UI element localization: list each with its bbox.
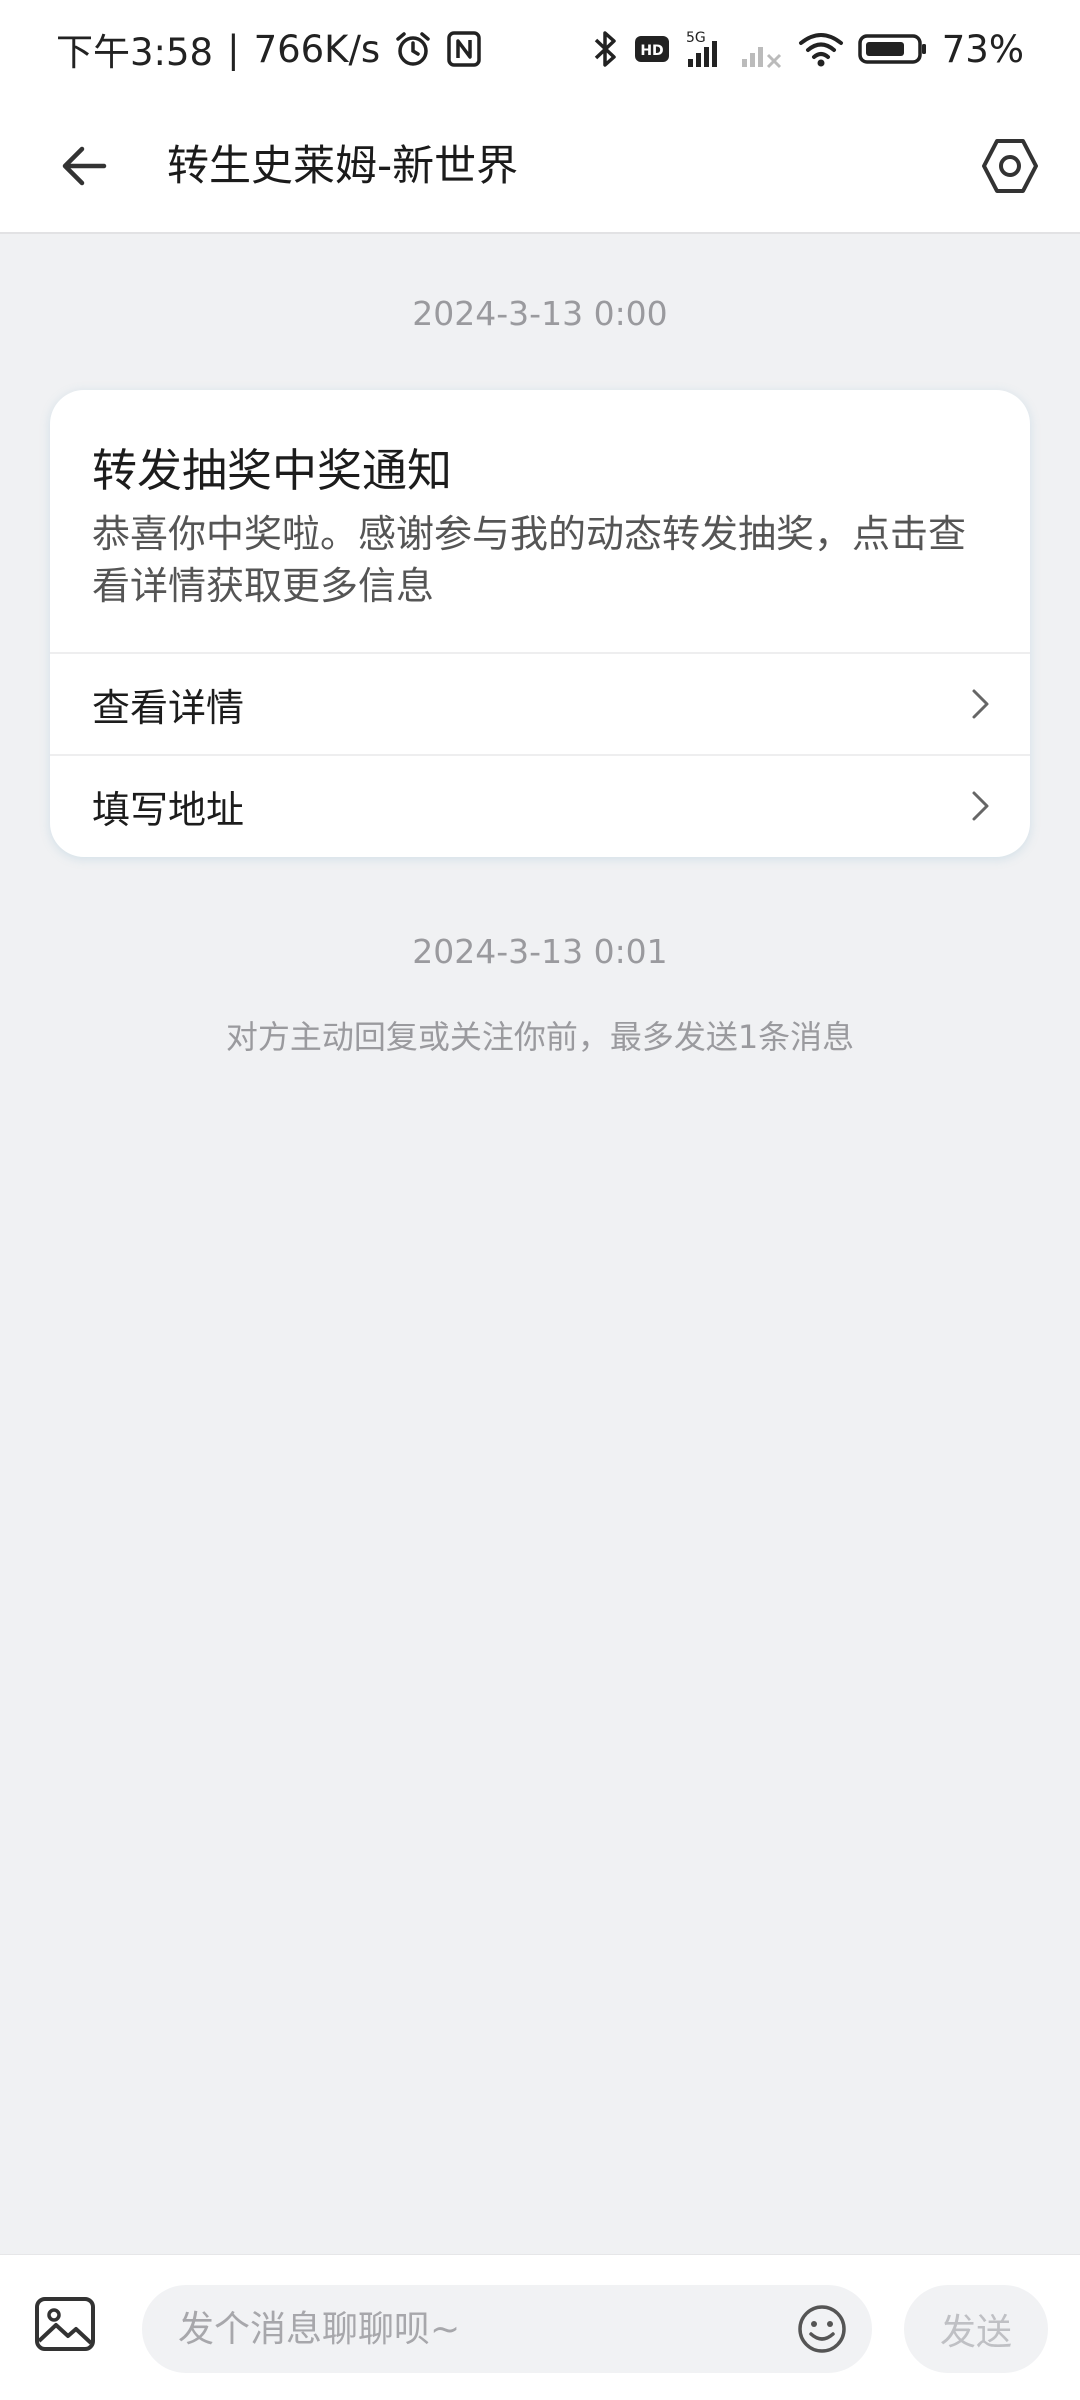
signal-icon: 5G xyxy=(684,29,784,69)
back-button[interactable] xyxy=(44,126,124,206)
fill-address-button[interactable]: 填写地址 xyxy=(50,754,1030,856)
arrow-left-icon xyxy=(62,146,107,186)
alarm-icon xyxy=(394,30,432,68)
nfc-icon xyxy=(446,30,482,68)
network-type: 5G xyxy=(686,30,706,46)
send-button[interactable]: 发送 xyxy=(904,2285,1048,2373)
wifi-icon xyxy=(798,31,844,67)
chat-header: 转生史莱姆-新世界 xyxy=(0,98,1080,234)
view-details-label: 查看详情 xyxy=(92,685,245,730)
chevron-right-icon xyxy=(972,689,989,719)
fill-address-label: 填写地址 xyxy=(92,787,245,832)
chevron-right-icon xyxy=(972,791,989,821)
view-details-button[interactable]: 查看详情 xyxy=(50,652,1030,754)
card-body: 恭喜你中奖啦。感谢参与我的动态转发抽奖，点击查看详情获取更多信息 xyxy=(92,512,967,608)
message-limit-notice: 对方主动回复或关注你前，最多发送1条消息 xyxy=(225,1018,855,1056)
prize-notification-card: 转发抽奖中奖通知 恭喜你中奖啦。感谢参与我的动态转发抽奖，点击查看详情获取更多信… xyxy=(50,390,1030,857)
image-icon xyxy=(35,2297,95,2351)
battery-percent: 73% xyxy=(941,27,1024,71)
svg-text:HD: HD xyxy=(640,43,663,59)
status-net-speed: 766K/s xyxy=(253,27,381,71)
message-timestamp: 2024-3-13 0:00 xyxy=(412,294,668,333)
image-button[interactable] xyxy=(28,2287,102,2361)
status-bar-left: 下午3:58 | 766K/s xyxy=(56,22,482,76)
settings-button[interactable] xyxy=(970,126,1050,206)
message-input-container xyxy=(142,2285,872,2373)
status-time: 下午3:58 xyxy=(56,31,214,74)
composer-bar: 发送 xyxy=(0,2254,1080,2400)
message-timestamp: 2024-3-13 0:01 xyxy=(412,932,668,971)
message-input[interactable] xyxy=(178,2285,758,2373)
hexagon-settings-icon xyxy=(982,139,1038,193)
chat-title: 转生史莱姆-新世界 xyxy=(167,141,519,190)
status-divider: | xyxy=(227,27,240,71)
emoji-icon xyxy=(798,2305,846,2353)
hd-icon: HD xyxy=(634,34,670,64)
bluetooth-icon xyxy=(590,29,620,69)
battery-icon xyxy=(858,32,928,66)
status-bar-right: HD 5G 73% xyxy=(590,28,1024,71)
emoji-button[interactable] xyxy=(790,2297,854,2361)
card-title: 转发抽奖中奖通知 xyxy=(92,444,453,497)
status-bar: 下午3:58 | 766K/s HD 5G 73% xyxy=(0,0,1080,98)
